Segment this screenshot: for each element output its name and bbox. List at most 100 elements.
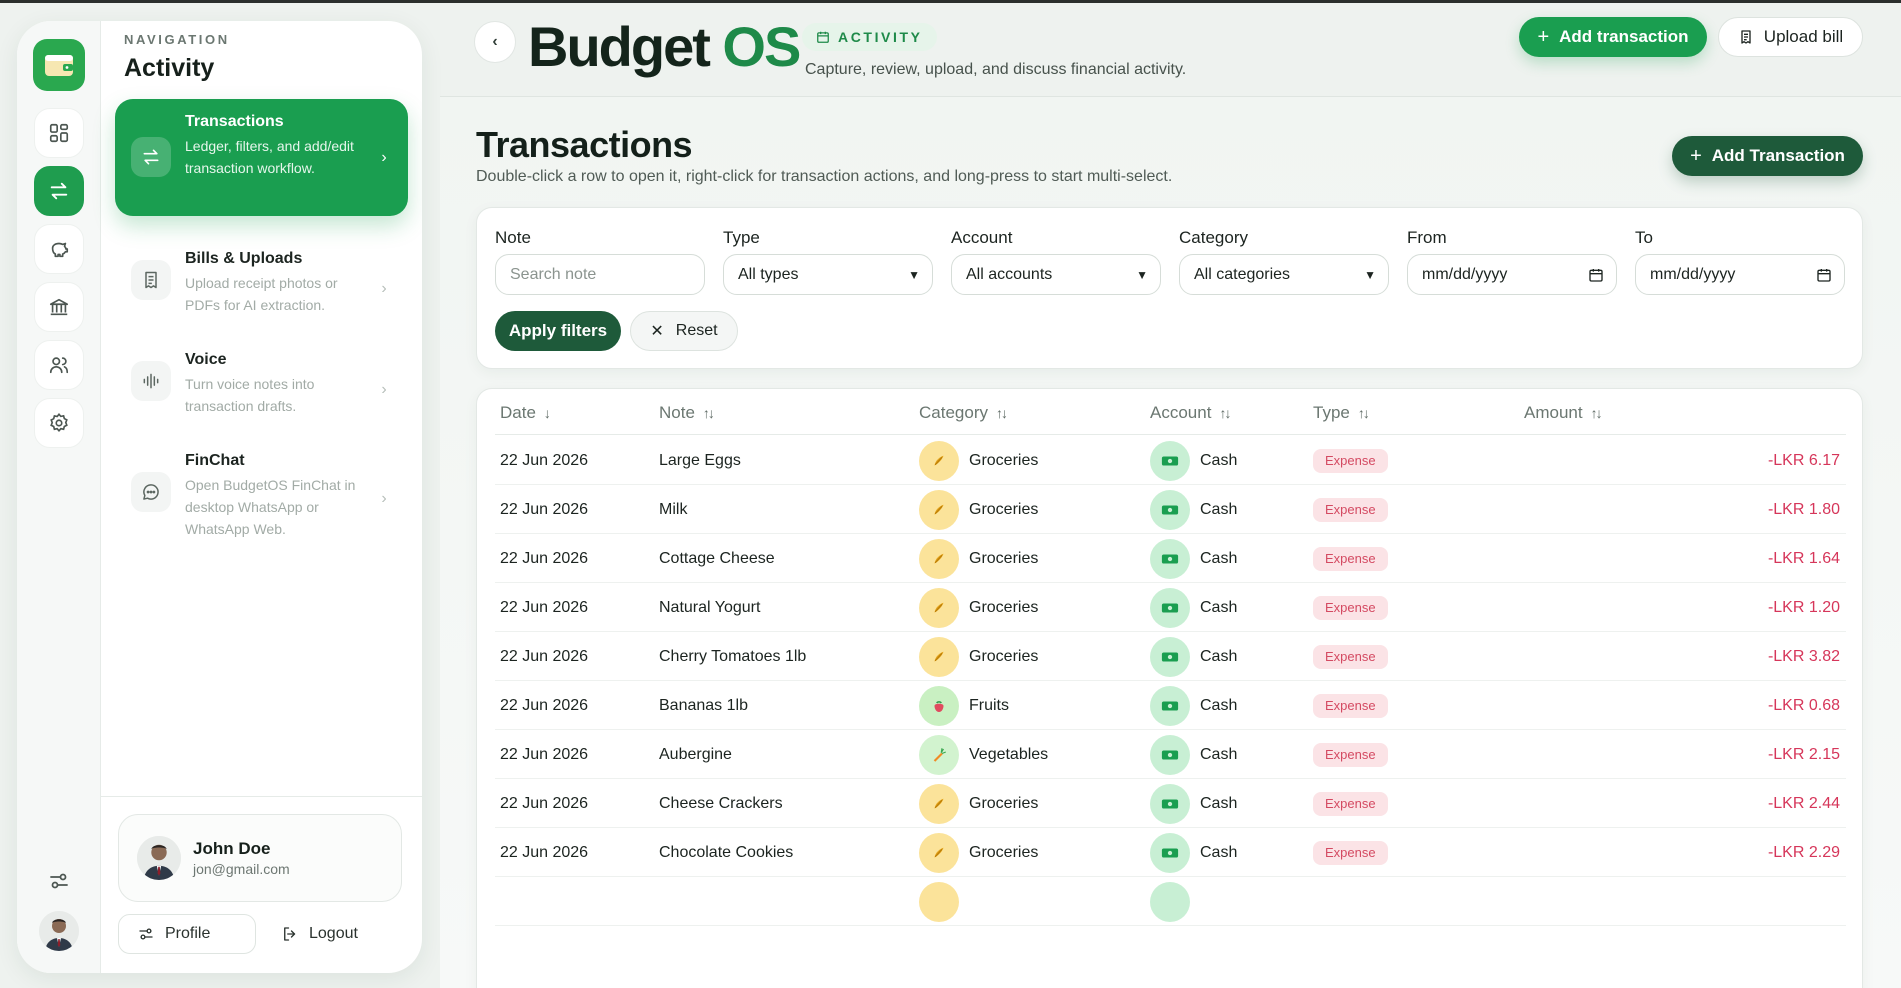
users-icon[interactable]: [34, 340, 84, 390]
table-row[interactable]: 22 Jun 2026 Cheese Crackers Groceries Cash E…: [495, 779, 1846, 828]
sidebar-item-bills-uploads[interactable]: Bills & Uploads Upload receipt photos or…: [115, 235, 408, 330]
account-label: Cash: [1200, 549, 1238, 567]
category-cell: Fruits: [919, 681, 1009, 730]
upload-bill-button[interactable]: Upload bill: [1718, 17, 1863, 57]
table-row[interactable]: 22 Jun 2026 Natural Yogurt Groceries Cash Ex…: [495, 583, 1846, 632]
category-label: Groceries: [969, 647, 1039, 665]
arrows-swap-icon: [131, 137, 171, 177]
table-row[interactable]: 22 Jun 2026 Milk Groceries Cash Expense -LKR …: [495, 485, 1846, 534]
arrow-down-icon: ↓: [543, 405, 551, 421]
category-icon: [919, 783, 959, 824]
category-icon: [919, 440, 959, 481]
section-badge: ACTIVITY: [802, 23, 937, 51]
to-date-value: mm/dd/yyyy: [1650, 265, 1736, 283]
account-label: Cash: [1200, 451, 1238, 469]
to-date-input[interactable]: mm/dd/yyyy: [1635, 254, 1845, 295]
window-top-edge: [0, 0, 1901, 3]
page-title: Transactions: [476, 124, 693, 165]
cash-icon: [1150, 636, 1190, 677]
column-header-note[interactable]: Note ↑↓: [659, 403, 715, 423]
reset-button[interactable]: ✕ Reset: [630, 311, 738, 351]
cash-icon: [1150, 587, 1190, 628]
column-label: Account: [1150, 403, 1212, 422]
type-cell: Expense: [1313, 779, 1388, 828]
account-label: Cash: [1200, 843, 1238, 861]
logout-button[interactable]: Logout: [281, 914, 358, 954]
from-date-input[interactable]: mm/dd/yyyy: [1407, 254, 1617, 295]
column-header-category[interactable]: Category ↑↓: [919, 403, 1008, 423]
table-row[interactable]: 22 Jun 2026 Cottage Cheese Groceries Cash Ex…: [495, 534, 1846, 583]
note-cell: Bananas 1lb: [659, 696, 748, 714]
account-cell: Cash: [1150, 485, 1237, 534]
table-row[interactable]: [495, 877, 1846, 926]
account-cell: Cash: [1150, 681, 1237, 730]
category-label: Groceries: [969, 500, 1039, 518]
user-card[interactable]: John Doe jon@gmail.com: [118, 814, 402, 902]
apply-filters-button[interactable]: Apply filters: [495, 311, 621, 351]
category-icon: [919, 734, 959, 775]
category-cell: Groceries: [919, 828, 1038, 877]
column-label: Type: [1313, 403, 1350, 422]
column-header-account[interactable]: Account ↑↓: [1150, 403, 1231, 423]
table-row[interactable]: 22 Jun 2026 Bananas 1lb Fruits Cash Expense -…: [495, 681, 1846, 730]
profile-button[interactable]: Profile: [118, 914, 256, 954]
bank-icon[interactable]: [34, 282, 84, 332]
account-select-value: All accounts: [966, 265, 1053, 283]
column-label: Category: [919, 403, 988, 422]
piggy-bank-icon[interactable]: [34, 224, 84, 274]
gear-icon[interactable]: [34, 398, 84, 448]
table-row[interactable]: 22 Jun 2026 Large Eggs Groceries Cash Expens…: [495, 436, 1846, 485]
transactions-table: Date ↓ Note ↑↓ Category ↑↓ Account ↑↓ Type ↑↓…: [476, 388, 1863, 988]
account-filter: Account All accounts ▼: [951, 228, 1161, 295]
account-cell: Cash: [1150, 436, 1237, 485]
table-row[interactable]: 22 Jun 2026 Chocolate Cookies Groceries Cas…: [495, 828, 1846, 877]
category-cell: Groceries: [919, 632, 1038, 681]
type-badge: Expense: [1313, 791, 1388, 816]
table-row[interactable]: 22 Jun 2026 Cherry Tomatoes 1lb Groceries C…: [495, 632, 1846, 681]
sliders-icon[interactable]: [47, 869, 71, 893]
dashboard-icon[interactable]: [34, 108, 84, 158]
back-button[interactable]: ‹: [474, 21, 516, 63]
wallet-logo-icon[interactable]: [33, 39, 85, 91]
calendar-icon[interactable]: [1588, 267, 1604, 283]
table-row[interactable]: 22 Jun 2026 Aubergine Vegetables Cash Expens…: [495, 730, 1846, 779]
column-header-type[interactable]: Type ↑↓: [1313, 403, 1370, 423]
icon-rail: [17, 21, 101, 973]
category-filter: Category All categories ▼: [1179, 228, 1389, 295]
add-transaction-secondary-button[interactable]: + Add Transaction: [1672, 136, 1863, 176]
calendar-icon[interactable]: [1816, 267, 1832, 283]
search-note-input[interactable]: Search note: [495, 254, 705, 295]
sidebar-item-voice[interactable]: Voice Turn voice notes into transaction …: [115, 336, 408, 431]
plus-icon: +: [1537, 25, 1550, 48]
category-cell: [919, 877, 969, 926]
category-icon: [919, 636, 959, 677]
type-badge: Expense: [1313, 497, 1388, 522]
category-select[interactable]: All categories ▼: [1179, 254, 1389, 295]
amount-cell: -LKR 1.80: [1767, 500, 1840, 518]
type-badge: Expense: [1313, 693, 1388, 718]
type-select[interactable]: All types ▼: [723, 254, 933, 295]
type-badge: Expense: [1313, 742, 1388, 767]
rail-avatar[interactable]: [39, 911, 79, 951]
account-label: Cash: [1200, 647, 1238, 665]
type-cell: Expense: [1313, 583, 1388, 632]
receipt-icon: [131, 260, 171, 300]
note-cell: Aubergine: [659, 745, 732, 763]
column-header-date[interactable]: Date ↓: [500, 403, 551, 423]
arrows-swap-icon[interactable]: [34, 166, 84, 216]
category-select-value: All categories: [1194, 265, 1291, 283]
amount-cell: -LKR 0.68: [1767, 696, 1840, 714]
sidebar-item-transactions[interactable]: Transactions Ledger, filters, and add/ed…: [115, 99, 408, 216]
add-transaction-button[interactable]: + Add transaction: [1519, 17, 1707, 57]
column-header-amount[interactable]: Amount ↑↓: [1524, 403, 1603, 423]
note-cell: Chocolate Cookies: [659, 843, 794, 861]
type-cell: Expense: [1313, 534, 1388, 583]
sidebar-item-label: Bills & Uploads: [185, 250, 303, 267]
cash-icon: [1150, 538, 1190, 579]
category-icon: [919, 881, 959, 922]
sidebar-item-finchat[interactable]: FinChat Open BudgetOS FinChat in desktop…: [115, 437, 408, 554]
date-cell: 22 Jun 2026: [500, 598, 589, 616]
sidebar-item-label: Transactions: [185, 113, 284, 130]
account-cell: Cash: [1150, 828, 1237, 877]
account-select[interactable]: All accounts ▼: [951, 254, 1161, 295]
